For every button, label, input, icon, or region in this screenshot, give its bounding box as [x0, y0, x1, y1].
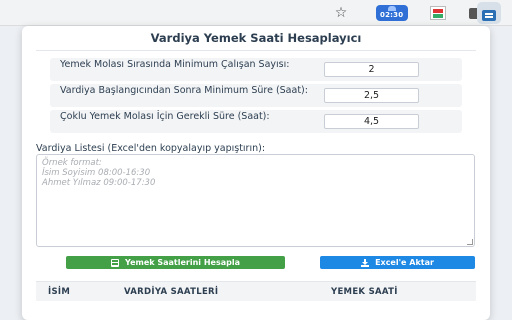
- export-button-label: Excel'e Aktar: [375, 258, 434, 267]
- calculator-popup: Vardiya Yemek Saati Hesaplayıcı Yemek Mo…: [22, 26, 490, 320]
- calculate-button[interactable]: Yemek Saatlerini Hesapla: [66, 256, 285, 269]
- param-label-multi-break: Çoklu Yemek Molası İçin Gerekli Süre (Sa…: [60, 111, 270, 122]
- multi-break-input[interactable]: 4,5: [324, 114, 419, 129]
- param-label-min-workers: Yemek Molası Sırasında Minimum Çalışan S…: [60, 59, 290, 70]
- placeholder-line-3: Ahmet Yılmaz 09:00-17:30: [42, 178, 156, 188]
- calculator-icon: [111, 258, 120, 267]
- placeholder-line-2: İsim Soyisim 08:00-16:30: [42, 168, 151, 178]
- popup-title: Vardiya Yemek Saati Hesaplayıcı: [150, 31, 362, 45]
- param-row-min-hours: Vardiya Başlangıcından Sonra Minimum Sür…: [50, 84, 462, 107]
- extension-icon[interactable]: [428, 4, 448, 22]
- calculate-button-label: Yemek Saatlerini Hesapla: [125, 258, 240, 267]
- title-divider: [36, 50, 476, 51]
- star-icon[interactable]: ☆: [333, 4, 349, 22]
- param-label-min-hours: Vardiya Başlangıcından Sonra Minimum Sür…: [60, 85, 308, 96]
- min-workers-input[interactable]: 2: [324, 62, 419, 77]
- min-hours-input[interactable]: 2,5: [324, 88, 419, 103]
- shift-list-label: Vardiya Listesi (Excel'den kopyalayıp ya…: [36, 143, 266, 154]
- clock-extension-text: 02:30: [380, 11, 404, 19]
- active-extension-icon[interactable]: [477, 2, 501, 24]
- param-row-multi-break: Çoklu Yemek Molası İçin Gerekli Süre (Sa…: [50, 110, 462, 133]
- column-header-meal: YEMEK SAATİ: [331, 287, 398, 297]
- clock-extension-icon[interactable]: 02:30: [374, 4, 410, 22]
- column-header-shift: VARDİYA SAATLERİ: [124, 287, 219, 297]
- download-icon: [361, 258, 370, 267]
- shift-list-textarea[interactable]: Örnek format: İsim Soyisim 08:00-16:30 A…: [36, 154, 475, 247]
- browser-toolbar: ☆ 02:30: [0, 0, 512, 26]
- param-row-min-workers: Yemek Molası Sırasında Minimum Çalışan S…: [50, 58, 462, 81]
- results-table-header: İSİM VARDİYA SAATLERİ YEMEK SAATİ: [36, 281, 476, 301]
- export-excel-button[interactable]: Excel'e Aktar: [320, 256, 475, 269]
- resize-handle[interactable]: [467, 239, 473, 245]
- placeholder-line-1: Örnek format:: [42, 158, 102, 168]
- column-header-name: İSİM: [48, 287, 71, 297]
